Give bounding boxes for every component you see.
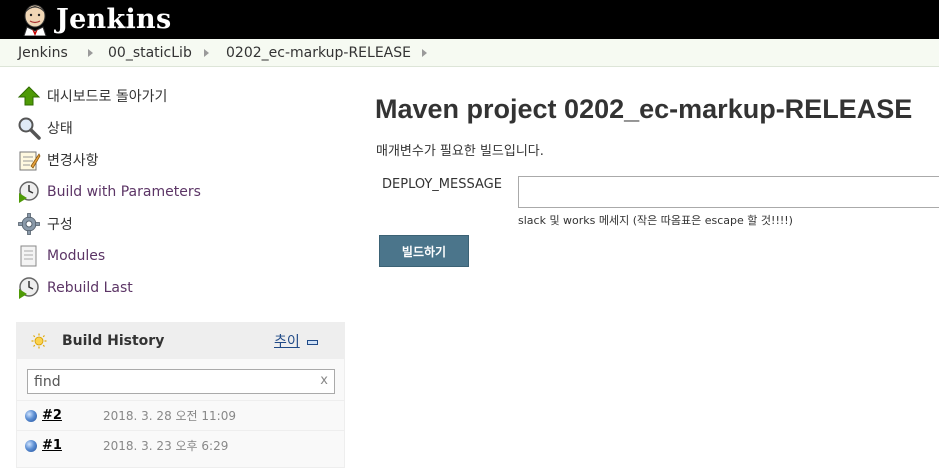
magnifier-icon bbox=[18, 117, 41, 140]
build-history-header: Build History 추이 bbox=[17, 323, 344, 359]
clock-play-icon bbox=[19, 181, 39, 203]
build-history-panel: Build History 추이 x #2 2018. 3. 28 오전 11:… bbox=[16, 322, 345, 468]
build-date[interactable]: 2018. 3. 23 오후 6:29 bbox=[103, 437, 228, 454]
gear-icon bbox=[18, 213, 40, 235]
sidebar-item-rebuild-last[interactable]: Rebuild Last bbox=[17, 276, 133, 300]
breadcrumb: Jenkins 00_staticLib 0202_ec-markup-RELE… bbox=[0, 39, 939, 67]
breadcrumb-item-project[interactable]: 0202_ec-markup-RELEASE bbox=[226, 45, 411, 61]
sidebar-item-label: 구성 bbox=[47, 217, 73, 233]
build-number-link[interactable]: #2 bbox=[42, 408, 62, 423]
clear-search-icon[interactable]: x bbox=[320, 373, 328, 388]
param-label: DEPLOY_MESSAGE bbox=[382, 177, 502, 192]
build-button[interactable]: 빌드하기 bbox=[379, 235, 469, 267]
sidebar-item-label: 변경사항 bbox=[47, 153, 99, 169]
chevron-right-icon[interactable] bbox=[88, 49, 93, 57]
sun-icon bbox=[31, 333, 47, 349]
breadcrumb-item-jenkins[interactable]: Jenkins bbox=[18, 45, 68, 61]
sidebar-item-back-to-dashboard[interactable]: 대시보드로 돌아가기 bbox=[17, 84, 167, 108]
deploy-message-field[interactable] bbox=[518, 176, 939, 208]
sidebar-item-label: Modules bbox=[47, 248, 106, 264]
up-arrow-icon bbox=[17, 86, 41, 106]
page-description: 매개변수가 필요한 빌드입니다. bbox=[376, 144, 544, 159]
build-search-input[interactable] bbox=[28, 370, 298, 393]
build-number-link[interactable]: #1 bbox=[42, 438, 62, 453]
build-history-title: Build History bbox=[62, 333, 165, 349]
collapse-icon[interactable] bbox=[307, 340, 318, 345]
build-status-ball-icon bbox=[25, 409, 37, 422]
sidebar-item-label: Rebuild Last bbox=[47, 280, 133, 296]
param-hint: slack 및 works 메세지 (작은 따옴표은 escape 할 것!!!… bbox=[518, 214, 793, 227]
sidebar-item-label: Build with Parameters bbox=[47, 184, 201, 200]
sidebar-item-label: 상태 bbox=[47, 121, 73, 137]
page-title: Maven project 0202_ec-markup-RELEASE bbox=[375, 94, 913, 124]
trend-link[interactable]: 추이 bbox=[274, 331, 300, 351]
build-row: #2 2018. 3. 28 오전 11:09 bbox=[17, 400, 344, 430]
jenkins-butler-icon bbox=[23, 4, 47, 36]
build-search-box: x bbox=[27, 369, 335, 394]
chevron-right-icon[interactable] bbox=[422, 49, 427, 57]
jenkins-logo[interactable]: Jenkins bbox=[18, 2, 171, 36]
sidebar-item-status[interactable]: 상태 bbox=[17, 116, 73, 140]
sidebar-item-configure[interactable]: 구성 bbox=[17, 212, 73, 236]
header-bar: Jenkins bbox=[0, 0, 939, 39]
sidebar-item-label: 대시보드로 돌아가기 bbox=[47, 89, 168, 105]
sidebar-item-modules[interactable]: Modules bbox=[17, 244, 105, 268]
sidebar-item-build-with-parameters[interactable]: Build with Parameters bbox=[17, 180, 201, 204]
chevron-right-icon[interactable] bbox=[204, 49, 209, 57]
logo-text: Jenkins bbox=[56, 3, 172, 35]
breadcrumb-item-folder[interactable]: 00_staticLib bbox=[108, 45, 192, 61]
sidebar-item-changes[interactable]: 변경사항 bbox=[17, 148, 99, 172]
build-date[interactable]: 2018. 3. 28 오전 11:09 bbox=[103, 407, 236, 424]
notepad-icon bbox=[19, 151, 41, 171]
build-row: #1 2018. 3. 23 오후 6:29 bbox=[17, 430, 344, 460]
build-status-ball-icon bbox=[25, 439, 37, 452]
clock-play-icon bbox=[19, 277, 39, 299]
document-icon bbox=[20, 245, 37, 267]
